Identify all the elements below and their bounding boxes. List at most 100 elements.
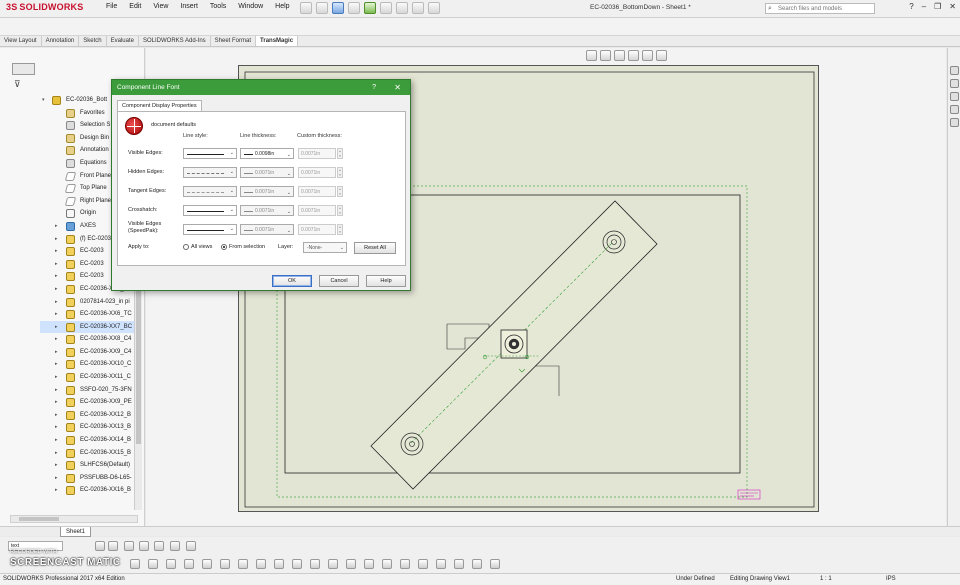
- datum-feature-icon[interactable]: [238, 559, 248, 569]
- tab-view-layout[interactable]: View Layout: [0, 36, 42, 46]
- expand-icon[interactable]: ▸: [55, 472, 58, 485]
- multi-jog-icon[interactable]: [454, 559, 464, 569]
- tab-solidworks-addins[interactable]: SOLIDWORKS Add-Ins: [139, 36, 211, 46]
- expand-icon[interactable]: ▸: [55, 384, 58, 397]
- note-icon[interactable]: [148, 559, 158, 569]
- expand-icon[interactable]: ▸: [55, 321, 58, 334]
- tree-item[interactable]: ▸ SLHFCS6(Default): [40, 459, 140, 472]
- tab-component-display-properties[interactable]: Component Display Properties: [117, 100, 202, 111]
- tree-item[interactable]: ▸ EC-02036-XX13_B: [40, 421, 140, 434]
- tree-item[interactable]: ▸ EC-02036-XX15_B: [40, 447, 140, 460]
- tree-item[interactable]: ▸ EC-02036-XX8_C4: [40, 333, 140, 346]
- expand-icon[interactable]: ▸: [55, 358, 58, 371]
- line-style-select[interactable]: ⌄: [183, 186, 237, 197]
- surface-finish-icon[interactable]: [184, 559, 194, 569]
- display-style-icon[interactable]: [628, 50, 639, 61]
- line-thickness-select[interactable]: 0.0071in ⌄: [240, 167, 294, 178]
- weld-symbol-icon[interactable]: [202, 559, 212, 569]
- area-hatch-icon[interactable]: [310, 559, 320, 569]
- thickness-spinner[interactable]: ▲ ▼: [337, 205, 343, 216]
- centerline-icon[interactable]: [364, 559, 374, 569]
- line-thickness-select[interactable]: 0.0071in ⌄: [240, 205, 294, 216]
- thickness-spinner[interactable]: ▲ ▼: [337, 167, 343, 178]
- tree-item[interactable]: ▸ PSSFUBB-D6-L65-: [40, 472, 140, 485]
- block-icon[interactable]: [328, 559, 338, 569]
- menu-tools[interactable]: Tools: [204, 3, 232, 10]
- layer-properties-icon[interactable]: [170, 541, 180, 551]
- select-icon[interactable]: [380, 2, 392, 14]
- tree-item[interactable]: ▸ EC-02036-XX12_B: [40, 409, 140, 422]
- tab-transmagic[interactable]: TransMagic: [256, 36, 299, 46]
- sheet-tab[interactable]: Sheet1: [60, 527, 92, 537]
- print-icon[interactable]: [348, 2, 360, 14]
- tree-item[interactable]: ▸ 0207814-023_in pi: [40, 296, 140, 309]
- revision-symbol-icon[interactable]: [292, 559, 302, 569]
- tab-sheet-format[interactable]: Sheet Format: [211, 36, 257, 46]
- geometric-tolerance-icon[interactable]: [220, 559, 230, 569]
- custom-thickness-input[interactable]: 0.0071in: [298, 224, 336, 235]
- close-icon[interactable]: ✕: [949, 2, 956, 11]
- options-gear-icon[interactable]: [428, 2, 440, 14]
- caterpillar-icon[interactable]: [472, 559, 482, 569]
- expand-icon[interactable]: ▸: [55, 308, 58, 321]
- table-icon[interactable]: [382, 559, 392, 569]
- expand-icon[interactable]: ▸: [55, 333, 58, 346]
- view-palette-icon[interactable]: [950, 105, 959, 114]
- dialog-close-icon[interactable]: ✕: [394, 80, 401, 95]
- expand-icon[interactable]: ▸: [55, 346, 58, 359]
- solidworks-resources-icon[interactable]: [950, 66, 959, 75]
- help-icon[interactable]: ?: [909, 2, 913, 11]
- magnetic-line-icon[interactable]: [400, 559, 410, 569]
- expand-icon[interactable]: ▸: [55, 283, 58, 296]
- tree-item[interactable]: ▸ SSFO-020_75-3FN: [40, 384, 140, 397]
- expand-icon[interactable]: ▸: [55, 447, 58, 460]
- file-explorer-icon[interactable]: [950, 92, 959, 101]
- new-document-icon[interactable]: [300, 2, 312, 14]
- tree-item[interactable]: ▸ EC-02036-XX9_C4: [40, 346, 140, 359]
- thickness-spinner[interactable]: ▲ ▼: [337, 148, 343, 159]
- tree-item[interactable]: ▸ EC-02036-XX9_PE: [40, 396, 140, 409]
- format-painter-icon[interactable]: [186, 541, 196, 551]
- previous-view-icon[interactable]: [614, 50, 625, 61]
- restore-icon[interactable]: ❐: [934, 2, 941, 11]
- menu-view[interactable]: View: [147, 3, 174, 10]
- balloon-icon[interactable]: [166, 559, 176, 569]
- line-thickness-select[interactable]: 0.0071in ⌄: [240, 186, 294, 197]
- from-selection-radio[interactable]: [221, 244, 227, 250]
- menu-window[interactable]: Window: [232, 3, 269, 10]
- color-display-icon[interactable]: [154, 541, 164, 551]
- help-button[interactable]: Help: [366, 275, 406, 287]
- menu-insert[interactable]: Insert: [174, 3, 204, 10]
- dowel-pin-icon[interactable]: [436, 559, 446, 569]
- expand-icon[interactable]: ▸: [55, 258, 58, 271]
- cancel-button[interactable]: Cancel: [319, 275, 359, 287]
- open-icon[interactable]: [316, 2, 328, 14]
- center-mark-icon[interactable]: [346, 559, 356, 569]
- save-icon[interactable]: [332, 2, 344, 14]
- line-style-select[interactable]: ⌄: [183, 205, 237, 216]
- hide-show-icon[interactable]: [642, 50, 653, 61]
- all-views-radio[interactable]: [183, 244, 189, 250]
- expand-icon[interactable]: ▸: [55, 233, 58, 246]
- filter-icon[interactable]: ⊽: [14, 79, 21, 90]
- tree-item[interactable]: ▸ EC-02036-XX11_C: [40, 371, 140, 384]
- undo-icon[interactable]: [364, 2, 376, 14]
- collapse-icon[interactable]: ▾: [42, 94, 45, 107]
- tab-annotation[interactable]: Annotation: [42, 36, 80, 46]
- expand-icon[interactable]: ▸: [55, 220, 58, 233]
- minimize-icon[interactable]: –: [922, 2, 926, 11]
- expand-icon[interactable]: ▸: [55, 371, 58, 384]
- expand-icon[interactable]: ▸: [55, 459, 58, 472]
- expand-icon[interactable]: ▸: [55, 434, 58, 447]
- scale-status[interactable]: 1 : 1: [820, 574, 832, 585]
- feature-manager-tab[interactable]: [12, 63, 35, 75]
- custom-thickness-input[interactable]: 0.0071in: [298, 186, 336, 197]
- tab-evaluate[interactable]: Evaluate: [107, 36, 139, 46]
- layer-select[interactable]: -None- ⌄: [303, 242, 347, 253]
- line-style-select[interactable]: ⌄: [183, 167, 237, 178]
- solidworks-logo[interactable]: 3S SOLIDWORKS: [6, 2, 83, 12]
- line-style-select[interactable]: ⌄: [183, 148, 237, 159]
- menu-edit[interactable]: Edit: [123, 3, 147, 10]
- hscroll-thumb[interactable]: [19, 517, 59, 521]
- thickness-spinner[interactable]: ▲ ▼: [337, 224, 343, 235]
